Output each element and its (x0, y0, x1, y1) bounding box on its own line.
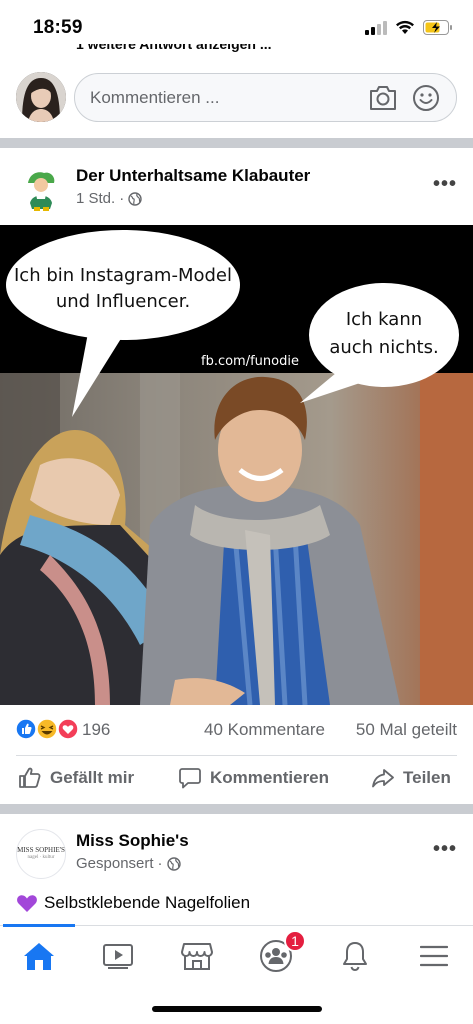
comments-count[interactable]: 40 Kommentare (204, 720, 325, 740)
share-label: Teilen (403, 768, 451, 787)
hamburger-menu-icon (420, 945, 448, 967)
nav-notifications[interactable] (335, 938, 375, 974)
purple-heart-icon (17, 895, 37, 912)
divider (16, 755, 457, 756)
sponsored-label[interactable]: Gesponsert (76, 855, 154, 872)
post-options-button[interactable]: ••• (433, 838, 457, 861)
thumbs-up-icon (19, 767, 41, 788)
comment-bubble-icon (179, 768, 201, 789)
comment-input[interactable]: Kommentieren ... (74, 73, 457, 122)
meta-separator: · (157, 855, 163, 872)
nav-menu[interactable] (414, 938, 454, 974)
comment-composer: Kommentieren ... (0, 66, 473, 130)
groups-notification-badge: 1 (284, 930, 306, 952)
nav-watch[interactable] (98, 938, 138, 974)
reaction-icons (15, 718, 79, 740)
nav-marketplace[interactable] (177, 938, 217, 974)
status-time: 18:59 (33, 17, 83, 38)
bell-icon (343, 942, 367, 972)
like-button[interactable]: Gefällt mir (18, 766, 134, 790)
home-icon (24, 943, 54, 970)
marketplace-store-icon (181, 943, 213, 970)
globe-icon (128, 191, 142, 206)
battery-charging-icon (423, 20, 452, 35)
meta-separator: · (119, 190, 125, 207)
share-button[interactable]: Teilen (371, 766, 451, 790)
post-actions: Gefällt mir Kommentieren Teilen (0, 758, 473, 802)
post-meta: 1 Std. · (76, 190, 142, 207)
sponsor-logo: MISS SOPHIE'S nagel · kultur (17, 846, 65, 860)
haha-reaction-icon (36, 718, 58, 740)
bubble-right-line1: Ich kann (346, 309, 422, 330)
video-play-icon (103, 944, 133, 969)
feed-separator (0, 804, 473, 814)
camera-icon[interactable] (368, 84, 398, 112)
shares-count[interactable]: 50 Mal geteilt (356, 720, 457, 740)
user-avatar[interactable] (16, 72, 66, 122)
bubble-left-line1: Ich bin Instagram-Model (14, 265, 232, 286)
emoji-icon[interactable] (412, 84, 440, 112)
nav-active-indicator (3, 924, 75, 927)
post-options-button[interactable]: ••• (433, 173, 457, 196)
post-page-name[interactable]: Der Unterhaltsame Klabauter (76, 166, 310, 186)
post-header: Der Unterhaltsame Klabauter 1 Std. · ••• (0, 155, 473, 223)
like-label: Gefällt mir (50, 768, 135, 787)
sponsor-page-name[interactable]: Miss Sophie's (76, 831, 189, 851)
nav-home[interactable] (19, 938, 59, 974)
comment-label: Kommentieren (210, 768, 330, 787)
bubble-right-line2: auch nichts. (329, 337, 438, 358)
sponsor-avatar[interactable]: MISS SOPHIE'S nagel · kultur (16, 829, 66, 879)
share-arrow-icon (372, 769, 394, 788)
wifi-icon (396, 20, 414, 34)
page-avatar[interactable] (16, 163, 66, 213)
post-image[interactable]: Ich bin Instagram-Model und Influencer. … (0, 225, 473, 705)
reactions-summary[interactable]: 196 40 Kommentare 50 Mal geteilt (0, 712, 473, 748)
post-time[interactable]: 1 Std. (76, 190, 115, 207)
sponsored-meta: Gesponsert · (76, 855, 181, 872)
comment-button[interactable]: Kommentieren (178, 766, 329, 790)
image-watermark: fb.com/funodie (201, 354, 299, 369)
reaction-count: 196 (82, 720, 111, 739)
sponsored-post-text: Selbstklebende Nagelfolien (16, 893, 250, 913)
cellular-signal-icon (365, 20, 387, 35)
globe-icon (166, 856, 181, 871)
comment-input-placeholder: Kommentieren ... (90, 88, 220, 107)
previous-replies-link[interactable]: 1 weitere Antwort anzeigen ... (76, 44, 272, 58)
home-indicator[interactable] (152, 1006, 322, 1012)
bubble-left-line2: und Influencer. (56, 291, 190, 312)
sponsored-text: Selbstklebende Nagelfolien (44, 893, 251, 912)
sponsored-post-header: MISS SOPHIE'S nagel · kultur Miss Sophie… (0, 820, 473, 890)
feed-separator (0, 138, 473, 148)
status-icons (365, 20, 453, 35)
